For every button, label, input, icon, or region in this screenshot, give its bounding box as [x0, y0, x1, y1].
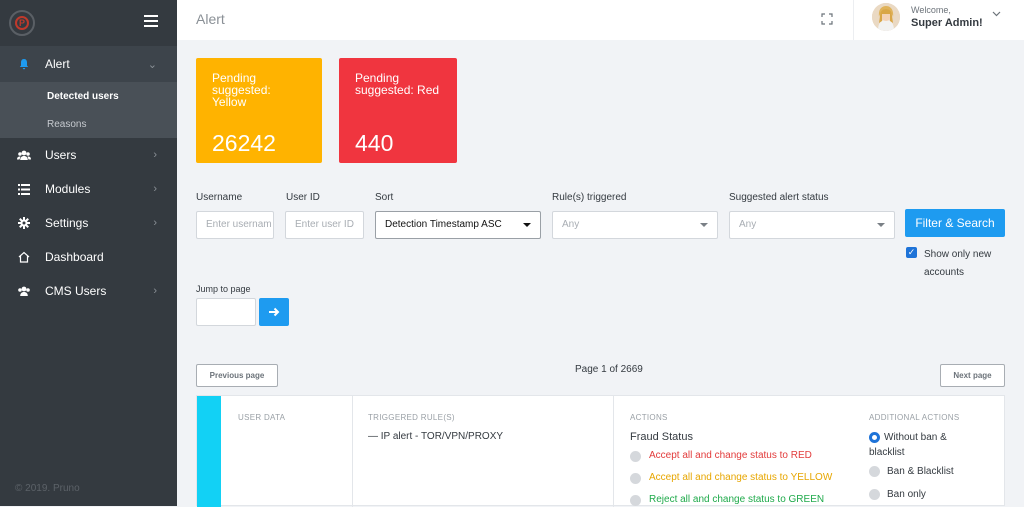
without-ban-label[interactable]: Without ban & blacklist	[869, 430, 979, 460]
sidebar-item-label: Settings	[45, 216, 89, 230]
column-divider	[613, 396, 614, 507]
fullscreen-icon[interactable]	[821, 12, 833, 25]
stat-card-title: Pending suggested: Yellow	[212, 71, 271, 109]
stat-card-red: Pending suggested: Red 440	[339, 58, 457, 163]
ban-only-label[interactable]: Ban only	[887, 487, 926, 502]
chevron-down-icon: ⌄	[147, 58, 157, 71]
rules-label: Rule(s) triggered	[552, 192, 627, 203]
menu-toggle-icon[interactable]	[144, 15, 158, 30]
page-info: Page 1 of 2669	[575, 364, 643, 375]
stat-card-value: 26242	[212, 130, 276, 156]
ban-blacklist-label[interactable]: Ban & Blacklist	[887, 464, 954, 479]
action-green-label[interactable]: Reject all and change status to GREEN	[649, 494, 824, 505]
column-divider	[352, 396, 353, 507]
username-input[interactable]: Enter usernam	[196, 211, 274, 239]
users-icon	[17, 284, 31, 298]
chevron-right-icon: ›	[153, 285, 157, 297]
jump-to-page-label: Jump to page	[196, 284, 251, 294]
status-select-value: Any	[739, 219, 757, 230]
rules-select-value: Any	[562, 219, 580, 230]
chevron-down-icon[interactable]	[992, 9, 1001, 20]
bell-icon	[17, 57, 31, 71]
user-data-header: USER DATA	[238, 413, 286, 422]
stat-card-value: 440	[355, 130, 394, 156]
sort-label: Sort	[375, 192, 394, 203]
sort-select[interactable]: Detection Timestamp ASC	[375, 211, 541, 239]
chevron-right-icon: ›	[153, 149, 157, 161]
previous-page-button[interactable]: Previous page	[196, 364, 278, 387]
sidebar-header: P	[0, 0, 177, 46]
user-name[interactable]: Super Admin!	[911, 17, 983, 29]
sidebar-submenu: Detected users Reasons	[0, 82, 177, 138]
sidebar-item-cms-users[interactable]: CMS Users ›	[0, 274, 177, 308]
chevron-right-icon: ›	[153, 183, 157, 195]
status-label: Suggested alert status	[729, 192, 829, 203]
stat-card-yellow: Pending suggested: Yellow 26242	[196, 58, 322, 163]
sidebar-item-label: Dashboard	[45, 250, 104, 264]
list-icon	[17, 182, 31, 196]
welcome-label: Welcome,	[911, 5, 951, 15]
gear-icon	[17, 216, 31, 230]
new-accounts-label: Show only new accounts	[924, 249, 992, 278]
copyright-text: © 2019. Pruno	[15, 483, 80, 494]
stat-card-title: Pending suggested: Red	[355, 71, 440, 97]
action-red-radio[interactable]	[630, 451, 641, 462]
arrow-right-icon	[269, 307, 280, 317]
username-label: Username	[196, 192, 243, 203]
user-id-input[interactable]: Enter user ID	[285, 211, 364, 239]
sidebar-item-alert[interactable]: Alert ⌄	[0, 46, 177, 82]
filter-search-button[interactable]: Filter & Search	[905, 209, 1005, 237]
page-title: Alert	[196, 11, 225, 27]
ban-blacklist-radio[interactable]	[869, 466, 880, 477]
ban-only-radio[interactable]	[869, 489, 880, 500]
user-id-label: User ID	[286, 192, 320, 203]
sidebar-item-label: Users	[45, 148, 77, 162]
status-stripe	[197, 396, 221, 507]
sidebar-subitem-reasons[interactable]: Reasons	[0, 110, 177, 138]
sidebar-subitem-detected-users[interactable]: Detected users	[0, 82, 177, 110]
topbar-divider	[853, 0, 854, 40]
sidebar-item-settings[interactable]: Settings ›	[0, 206, 177, 240]
sidebar-item-users[interactable]: Users ›	[0, 138, 177, 172]
sort-select-value: Detection Timestamp ASC	[385, 219, 502, 230]
additional-actions-header: ADDITIONAL ACTIONS	[869, 413, 960, 422]
app-logo[interactable]: P	[9, 10, 35, 36]
action-red-label[interactable]: Accept all and change status to RED	[649, 450, 812, 461]
new-accounts-checkbox[interactable]: ✓	[906, 247, 917, 258]
actions-header: ACTIONS	[630, 413, 668, 422]
sidebar-item-modules[interactable]: Modules ›	[0, 172, 177, 206]
action-green-radio[interactable]	[630, 495, 641, 506]
caret-down-icon	[523, 223, 531, 227]
chevron-right-icon: ›	[153, 217, 157, 229]
rules-select[interactable]: Any	[552, 211, 718, 239]
next-page-button[interactable]: Next page	[940, 364, 1005, 387]
sidebar-item-dashboard[interactable]: Dashboard	[0, 240, 177, 274]
home-icon	[17, 250, 31, 264]
avatar[interactable]	[872, 3, 900, 31]
sidebar: P Alert ⌄ Detected users Reasons Users ›…	[0, 0, 177, 506]
sidebar-item-label: Alert	[45, 57, 70, 71]
jump-to-page-input[interactable]	[196, 298, 256, 326]
caret-down-icon	[877, 223, 885, 227]
topbar: Alert Welcome, Super Admin!	[177, 0, 1024, 40]
triggered-rule: — IP alert - TOR/VPN/PROXY	[368, 431, 504, 442]
users-icon	[17, 148, 31, 162]
logo-mark-icon: P	[15, 16, 29, 30]
sidebar-item-label: Modules	[45, 182, 91, 196]
action-yellow-radio[interactable]	[630, 473, 641, 484]
fraud-status-label: Fraud Status	[630, 431, 693, 443]
sidebar-item-label: CMS Users	[45, 284, 107, 298]
caret-down-icon	[700, 223, 708, 227]
alert-row: USER DATA TRIGGERED RULE(S) — IP alert -…	[196, 395, 1005, 507]
jump-go-button[interactable]	[259, 298, 289, 326]
triggered-rules-header: TRIGGERED RULE(S)	[368, 413, 455, 422]
action-yellow-label[interactable]: Accept all and change status to YELLOW	[649, 472, 832, 483]
status-select[interactable]: Any	[729, 211, 895, 239]
